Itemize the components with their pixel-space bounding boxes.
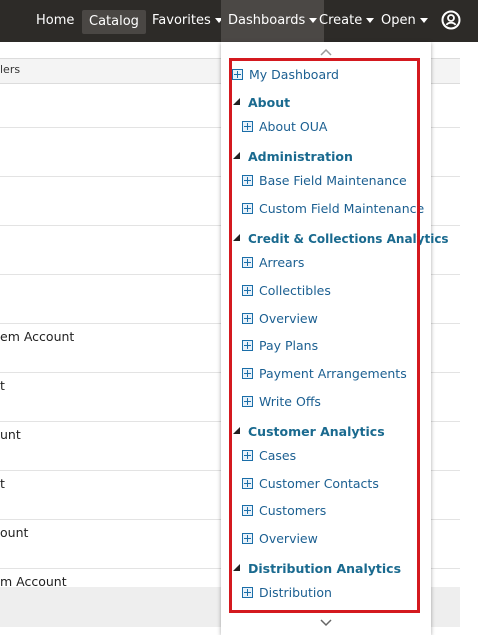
- table-cell: em Account: [0, 329, 75, 344]
- table-cell: unt: [0, 427, 21, 442]
- table-cell: t: [0, 476, 5, 491]
- nav-open-label: Open: [381, 13, 416, 28]
- top-nav-bar: Home Catalog Favorites Dashboards Create…: [0, 0, 478, 42]
- scroll-up-icon[interactable]: [320, 48, 332, 56]
- nav-create-label: Create: [319, 13, 363, 28]
- table-header-label: lers: [0, 63, 21, 76]
- nav-favorites-label: Favorites: [152, 13, 211, 28]
- table-cell: ount: [0, 525, 29, 540]
- nav-home[interactable]: Home: [36, 0, 74, 42]
- scroll-down-icon[interactable]: [320, 619, 332, 627]
- nav-dashboards-label: Dashboards: [228, 13, 306, 28]
- table-cell: t: [0, 378, 5, 393]
- nav-favorites[interactable]: Favorites: [152, 0, 223, 42]
- caret-down-icon: [366, 18, 375, 23]
- nav-dashboards[interactable]: Dashboards: [221, 0, 325, 42]
- user-circle-icon[interactable]: [441, 10, 461, 30]
- nav-catalog[interactable]: Catalog: [82, 10, 146, 34]
- nav-open[interactable]: Open: [381, 0, 428, 42]
- caret-down-icon: [419, 18, 428, 23]
- red-highlight-box: [229, 58, 420, 613]
- caret-down-icon: [309, 18, 318, 23]
- nav-create[interactable]: Create: [319, 0, 375, 42]
